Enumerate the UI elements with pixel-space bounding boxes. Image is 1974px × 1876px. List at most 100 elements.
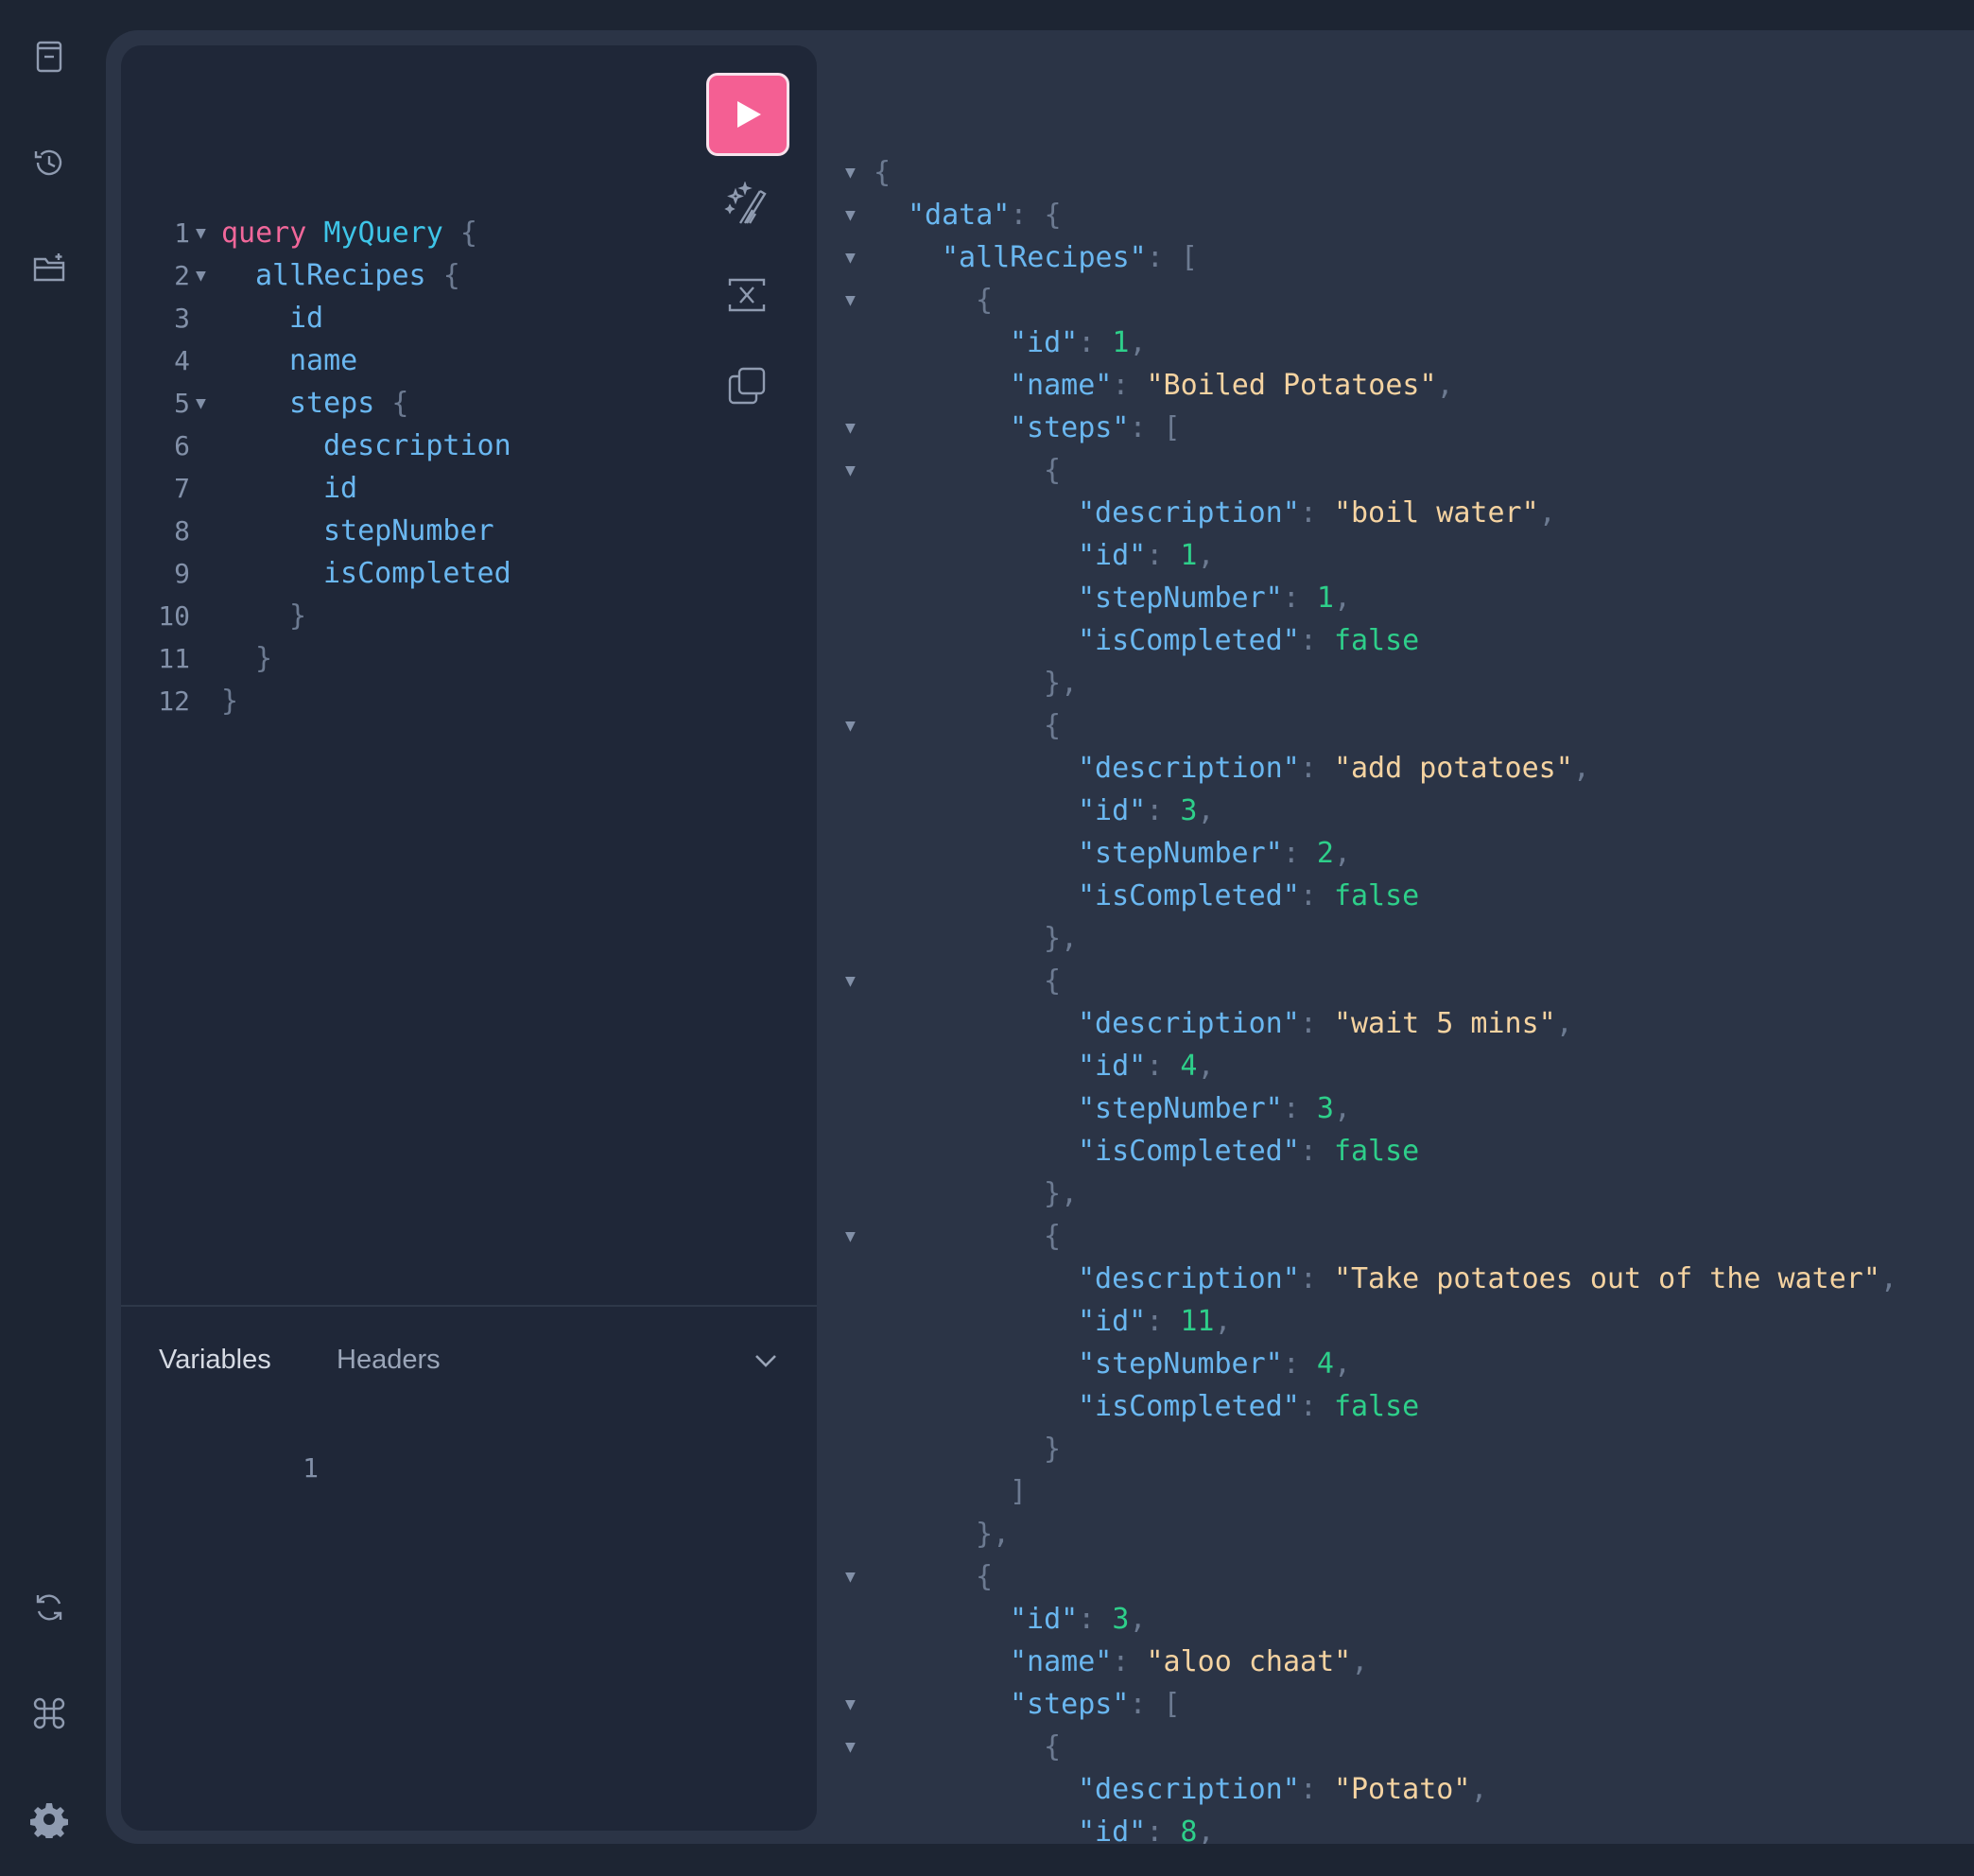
merge-fragments-icon — [728, 278, 766, 312]
result-line: "isCompleted": false — [817, 1130, 1974, 1172]
result-line: ▼ "allRecipes": [ — [817, 236, 1974, 279]
result-code: { — [1044, 1220, 1062, 1253]
result-code: "steps": [ — [1010, 1688, 1181, 1721]
new-folder-icon[interactable] — [23, 242, 76, 295]
result-line: ▼{ — [817, 960, 1974, 1002]
result-line: }, — [817, 1513, 1974, 1555]
tab-variables[interactable]: Variables — [159, 1341, 271, 1379]
result-line: ▼ "data": { — [817, 194, 1974, 236]
result-code: } — [1044, 1433, 1062, 1466]
variables-editor[interactable]: 1 — [121, 1447, 817, 1489]
result-line: "description": "boil water", — [817, 492, 1974, 534]
fold-arrow-icon[interactable]: ▼ — [845, 1726, 856, 1768]
command-icon[interactable] — [23, 1687, 76, 1740]
result-line: "stepNumber": 1, — [817, 577, 1974, 619]
result-code: { — [1044, 709, 1062, 742]
fold-arrow-icon[interactable]: ▼ — [845, 960, 856, 1002]
result-line: "description": "wait 5 mins", — [817, 1002, 1974, 1045]
result-code: "data": { — [908, 199, 1062, 232]
editor-line[interactable]: 11 } — [121, 552, 817, 675]
result-line: ▼{ — [817, 1726, 1974, 1768]
result-code: "isCompleted": false — [1078, 624, 1420, 657]
result-line: "stepNumber": 4, — [817, 1343, 1974, 1385]
run-query-button[interactable] — [706, 73, 789, 156]
result-line: "id": 3, — [817, 1598, 1974, 1641]
result-code: { — [1044, 964, 1062, 998]
refresh-icon[interactable] — [23, 1581, 76, 1634]
result-code: "allRecipes": [ — [942, 241, 1198, 274]
fold-arrow-icon[interactable]: ▼ — [845, 1215, 856, 1258]
fold-arrow-icon[interactable]: ▼ — [845, 449, 856, 492]
result-line: "description": "Potato", — [817, 1768, 1974, 1811]
result-line: ▼{ — [817, 1215, 1974, 1258]
result-line: "id": 1, — [817, 534, 1974, 577]
result-code: "id": 11, — [1078, 1305, 1232, 1338]
result-code: { — [1044, 454, 1062, 487]
editor-line[interactable]: 12 } — [121, 595, 817, 718]
result-line: "id": 4, — [817, 1045, 1974, 1087]
result-code: "isCompleted": false — [1078, 879, 1420, 912]
editor-line[interactable]: 10 } — [121, 510, 817, 633]
copy-icon — [728, 367, 766, 405]
result-code: { — [976, 284, 994, 317]
result-line: ▼ "steps": [ — [817, 1683, 1974, 1726]
result-viewer[interactable]: ▼{▼ "data": {▼ "allRecipes": [▼{"id": 1, "n… — [817, 132, 1974, 1844]
result-code: }, — [1044, 1177, 1079, 1210]
result-code: "stepNumber": 1, — [1078, 582, 1351, 615]
result-code: "stepNumber": 3, — [1078, 1092, 1351, 1125]
result-line: ▼{ — [817, 1555, 1974, 1598]
result-line: ▼{ — [817, 279, 1974, 321]
prettify-button[interactable] — [720, 178, 773, 231]
result-line: "description": "add potatoes", — [817, 747, 1974, 790]
editor-line[interactable]: 8 stepNumber — [121, 425, 817, 547]
editor-line[interactable]: 3 id — [121, 212, 817, 335]
sidebar — [0, 0, 98, 1876]
editor-line[interactable]: 4 name — [121, 254, 817, 377]
result-line: ▼{ — [817, 151, 1974, 194]
copy-query-button[interactable] — [720, 359, 773, 412]
line-number: 12 — [158, 686, 190, 717]
history-icon[interactable] — [23, 136, 76, 189]
fold-arrow-icon[interactable]: ▼ — [845, 704, 856, 747]
result-line: "id": 3, — [817, 790, 1974, 832]
result-code: "description": "wait 5 mins", — [1078, 1007, 1573, 1040]
result-code: "isCompleted": false — [1078, 1390, 1420, 1423]
result-line: ▼{ — [817, 449, 1974, 492]
result-line: "name": "Boiled Potatoes", — [817, 364, 1974, 407]
tab-headers[interactable]: Headers — [337, 1341, 441, 1379]
editor-divider — [121, 1305, 817, 1307]
result-line: "isCompleted": false — [817, 619, 1974, 662]
result-line: "description": "Take potatoes out of the… — [817, 1258, 1974, 1300]
line-number: 1 — [303, 1452, 319, 1484]
query-editor[interactable]: 1 ▼ query MyQuery { 2 ▼ allRecipes { 3 id … — [121, 45, 817, 1831]
fold-arrow-icon[interactable]: ▼ — [845, 236, 856, 279]
result-code: "stepNumber": 4, — [1078, 1347, 1351, 1381]
result-line: ▼ "steps": [ — [817, 407, 1974, 449]
fold-arrow-icon[interactable]: ▼ — [845, 194, 856, 236]
fold-arrow-icon[interactable]: ▼ — [845, 279, 856, 321]
result-code: ] — [1010, 1475, 1028, 1508]
result-code: }, — [1044, 922, 1079, 955]
result-line: "name": "aloo chaat", — [817, 1641, 1974, 1683]
result-code: "id": 1, — [1010, 326, 1147, 359]
result-line: "id": 1, — [817, 321, 1974, 364]
fold-arrow-icon[interactable]: ▼ — [845, 151, 856, 194]
chevron-down-icon[interactable] — [751, 1341, 781, 1379]
document-icon[interactable] — [23, 30, 76, 83]
result-code: }, — [976, 1518, 1011, 1551]
editor-line[interactable]: 6 description — [121, 339, 817, 462]
merge-fragments-button[interactable] — [720, 269, 773, 321]
editor-line[interactable]: 5 ▼ steps { — [121, 297, 817, 420]
result-code: }, — [1044, 667, 1079, 700]
result-code: "description": "Potato", — [1078, 1773, 1488, 1806]
editor-line[interactable]: 2 ▼ allRecipes { — [121, 169, 817, 292]
fold-arrow-icon[interactable]: ▼ — [845, 1683, 856, 1726]
fold-arrow-icon[interactable]: ▼ — [845, 1555, 856, 1598]
result-code: "id": 3, — [1010, 1603, 1147, 1636]
fold-arrow-icon[interactable]: ▼ — [845, 407, 856, 449]
editor-line[interactable]: 7 id — [121, 382, 817, 505]
result-line: "isCompleted": false — [817, 1385, 1974, 1428]
result-line: "id": 11, — [817, 1300, 1974, 1343]
editor-line[interactable]: 9 isCompleted — [121, 467, 817, 590]
settings-icon[interactable] — [23, 1793, 76, 1846]
